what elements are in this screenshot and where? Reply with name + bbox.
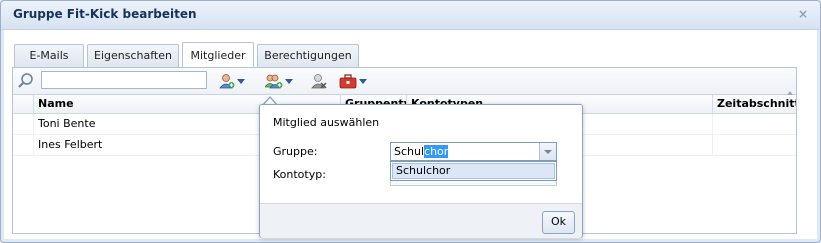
select-member-popup: Mitglied auswählen Gruppe: Schulchor Sch… [259, 104, 583, 238]
tab-mitglieder[interactable]: Mitglieder [182, 42, 254, 67]
add-members-group-icon [265, 74, 283, 89]
search-input[interactable] [41, 71, 207, 89]
gruppe-label: Gruppe: [273, 145, 318, 158]
popup-title: Mitglied auswählen [273, 116, 380, 129]
tab-berechtigungen[interactable]: Berechtigungen [257, 44, 359, 67]
chevron-down-icon [544, 150, 552, 154]
kontotyp-label: Kontotyp: [273, 168, 326, 181]
add-member-button[interactable] [219, 71, 245, 91]
popup-footer: Ok [260, 203, 582, 238]
remove-member-button[interactable] [311, 71, 327, 91]
column-header-zeitabschnitt[interactable]: Zeitabschnitt [712, 95, 796, 113]
chevron-down-icon [237, 78, 245, 84]
gruppe-combobox-value[interactable]: Schulchor [394, 145, 449, 158]
scroll-up-icon[interactable] [787, 91, 793, 95]
remove-member-icon [311, 74, 327, 89]
combobox-trigger[interactable] [539, 143, 556, 160]
dialog-title: Gruppe Fit-Kick bearbeiten [13, 7, 197, 21]
typed-text: Schul [394, 145, 425, 158]
toolbox-icon [339, 74, 357, 89]
toolbox-button[interactable] [339, 71, 367, 91]
chevron-down-icon [285, 78, 293, 84]
add-member-icon [219, 74, 235, 89]
dropdown-option-schulchor[interactable]: Schulchor [392, 163, 555, 179]
gruppe-dropdown-list: Schulchor [390, 161, 557, 181]
close-icon[interactable]: × [798, 7, 808, 21]
title-bar[interactable]: Gruppe Fit-Kick bearbeiten × [1, 1, 820, 30]
autocomplete-selection: chor [424, 145, 449, 158]
row-number-header [13, 95, 33, 113]
chevron-down-icon [359, 78, 367, 84]
zeitabschnitt-cell [712, 135, 796, 155]
search-icon[interactable] [17, 72, 35, 90]
add-members-group-button[interactable] [265, 71, 293, 91]
tab-eigenschaften[interactable]: Eigenschaften [87, 44, 179, 67]
gruppe-combobox[interactable]: Schulchor [390, 142, 557, 161]
zeitabschnitt-cell [712, 114, 796, 134]
toolbar [13, 68, 796, 95]
tab-emails[interactable]: E-Mails [14, 44, 84, 67]
ok-button[interactable]: Ok [542, 211, 575, 234]
